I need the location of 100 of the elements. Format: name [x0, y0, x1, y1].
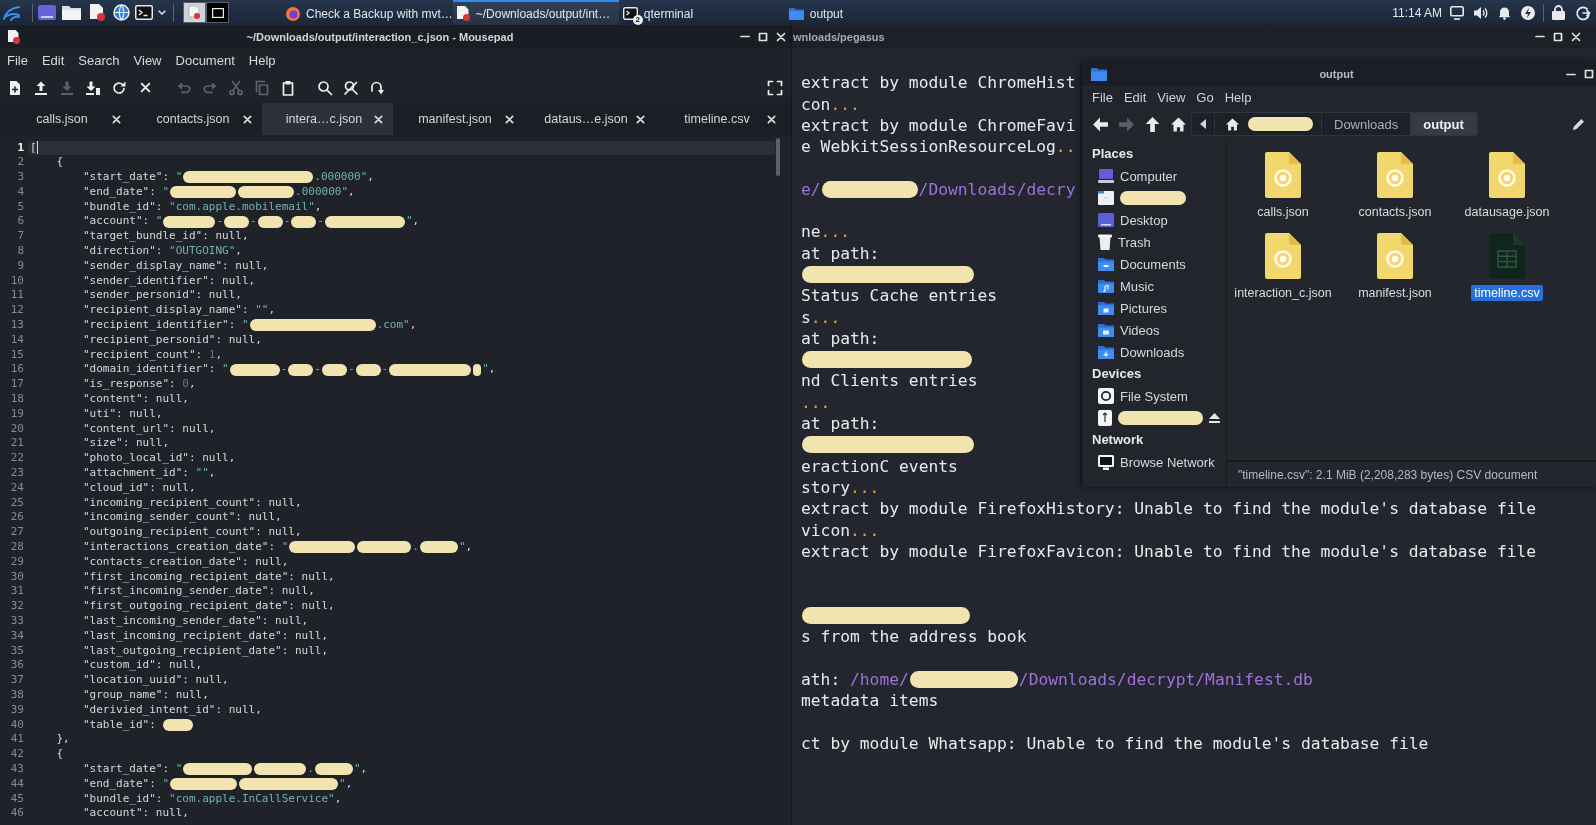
menu-item[interactable]: Search	[78, 52, 120, 68]
back-arrow-icon[interactable]	[1091, 115, 1109, 133]
file-tab[interactable]: manifest.json	[393, 103, 524, 135]
minimize-icon[interactable]	[1535, 35, 1545, 38]
menu-item[interactable]: Help	[1224, 89, 1252, 105]
upload-arrow-icon[interactable]	[33, 79, 49, 96]
menu-item[interactable]: Help	[248, 52, 276, 68]
menu-item[interactable]: Document	[175, 52, 235, 68]
task-button[interactable]: 2 qterminal	[618, 0, 785, 25]
pencil-icon[interactable]	[1572, 117, 1586, 131]
new-document-icon[interactable]	[7, 79, 23, 96]
lock-icon[interactable]	[1552, 5, 1565, 20]
close-icon[interactable]	[139, 82, 151, 93]
workspace-button[interactable]	[206, 2, 229, 23]
desktop-icon[interactable]	[38, 5, 56, 20]
curved-arrow-icon[interactable]	[369, 79, 385, 96]
logo-icon[interactable]	[2, 3, 22, 22]
home-icon[interactable]	[1169, 115, 1187, 133]
file-name[interactable]: datausage.json	[1461, 204, 1553, 220]
terminal-text: nd Clients entries	[801, 370, 978, 392]
sidebar-item[interactable]: Desktop	[1082, 209, 1226, 231]
task-button[interactable]: Check a Backup with mvt…	[282, 0, 453, 25]
close-icon[interactable]	[767, 114, 776, 124]
sidebar-item[interactable]: Computer	[1082, 165, 1226, 187]
close-icon[interactable]	[636, 114, 645, 124]
maximize-icon[interactable]	[758, 31, 768, 42]
sidebar-item[interactable]: Music	[1082, 275, 1226, 297]
task-button[interactable]: output	[784, 0, 951, 25]
logout-icon[interactable]	[1576, 5, 1590, 20]
redaction-mark	[288, 363, 314, 376]
file-name[interactable]: timeline.csv	[1471, 285, 1543, 301]
line-number: 43	[9, 761, 24, 777]
close-icon[interactable]	[776, 31, 786, 42]
file-tab[interactable]: contacts.json	[131, 103, 262, 135]
scrollbar-thumb[interactable]	[776, 138, 780, 176]
sidebar-item[interactable]: Videos	[1082, 319, 1226, 341]
magnifier-pencil-icon[interactable]	[343, 79, 359, 96]
sidebar-item[interactable]: Pictures	[1082, 297, 1226, 319]
sidebar-item[interactable]: Trash	[1082, 231, 1226, 253]
file-tab[interactable]: dataus…e.json	[524, 103, 655, 135]
sidebar-item[interactable]: Downloads	[1082, 341, 1226, 363]
file-tab[interactable]: timeline.csv	[655, 103, 786, 135]
code-text: "photo_local_id": null,	[83, 451, 236, 467]
menu-item[interactable]: Go	[1196, 89, 1214, 105]
close-icon[interactable]	[1571, 31, 1581, 42]
document-swirl-icon[interactable]	[1377, 152, 1413, 198]
file-tab[interactable]: calls.json	[0, 103, 131, 135]
search-icon[interactable]	[317, 79, 333, 96]
close-icon[interactable]	[243, 114, 252, 124]
document-icon[interactable]	[90, 4, 105, 21]
menu-item[interactable]: Edit	[1123, 89, 1147, 105]
minimize-icon[interactable]	[1566, 72, 1576, 76]
close-icon[interactable]	[374, 114, 383, 124]
caret-icon[interactable]	[158, 10, 166, 15]
maximize-icon[interactable]	[1584, 69, 1594, 79]
document-swirl-icon[interactable]	[1489, 152, 1525, 198]
expand-corners-icon[interactable]	[767, 79, 783, 96]
file-name[interactable]: manifest.json	[1355, 285, 1435, 301]
menu-item[interactable]: File	[7, 52, 28, 68]
left-triangle-icon[interactable]	[1200, 119, 1206, 129]
eject-icon[interactable]	[1209, 413, 1220, 423]
file-name[interactable]: calls.json	[1254, 204, 1312, 220]
task-button[interactable]: ~/Downloads/output/int…	[452, 0, 619, 25]
code-text: .com",	[376, 318, 417, 333]
close-icon[interactable]	[505, 114, 514, 124]
display-icon[interactable]	[1450, 5, 1464, 20]
menu-item[interactable]: Edit	[41, 52, 65, 68]
document-swirl-icon[interactable]	[1377, 233, 1413, 279]
redaction-mark	[419, 541, 458, 554]
minimize-icon[interactable]	[740, 35, 750, 38]
menu-item[interactable]: View	[1157, 89, 1186, 105]
document-swirl-icon[interactable]	[1265, 233, 1301, 279]
lightning-icon[interactable]	[1521, 5, 1535, 20]
sidebar-item[interactable]: Browse Network	[1082, 451, 1226, 473]
file-name[interactable]: interaction_c.json	[1231, 285, 1335, 301]
clock[interactable]: 11:14 AM	[1392, 5, 1442, 20]
terminal-text: extract by module ChromeHist	[801, 72, 1076, 94]
menu-item[interactable]: View	[133, 52, 162, 68]
maximize-icon[interactable]	[1553, 31, 1563, 42]
speaker-icon[interactable]	[1474, 5, 1488, 20]
clipboard-icon[interactable]	[280, 79, 296, 96]
bell-icon[interactable]	[1498, 5, 1511, 20]
sidebar-item[interactable]: File System	[1082, 385, 1226, 407]
menu-item[interactable]: File	[1092, 89, 1113, 105]
terminal-icon[interactable]	[135, 5, 153, 20]
folder-icon[interactable]	[62, 5, 81, 20]
sidebar-item[interactable]: Documents	[1082, 253, 1226, 275]
circular-arrow-icon[interactable]	[111, 79, 127, 96]
sidebar-heading: Devices	[1091, 365, 1143, 383]
file-tab[interactable]: intera…c.json	[262, 103, 393, 135]
code-text: -	[280, 362, 288, 378]
path-button[interactable]: output	[1411, 113, 1477, 135]
file-name[interactable]: contacts.json	[1355, 204, 1435, 220]
line-number: 12	[9, 303, 24, 319]
globe-icon[interactable]	[113, 4, 130, 21]
close-icon[interactable]	[112, 114, 121, 124]
download-document-icon[interactable]	[85, 79, 101, 96]
redaction-mark	[229, 363, 280, 376]
document-swirl-icon[interactable]	[1265, 152, 1301, 198]
up-arrow-icon[interactable]	[1143, 115, 1161, 133]
